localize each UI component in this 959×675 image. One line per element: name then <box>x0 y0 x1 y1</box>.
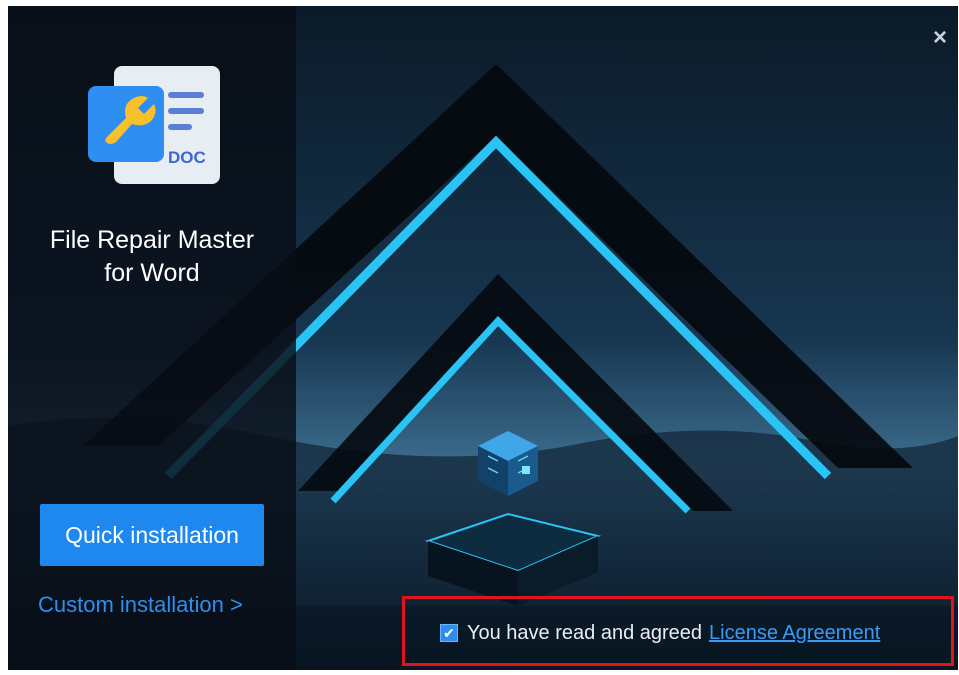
doc-repair-logo-icon <box>88 66 220 184</box>
custom-installation-link[interactable]: Custom installation > <box>38 592 243 618</box>
quick-installation-button[interactable]: Quick installation <box>40 504 264 566</box>
checkmark-icon: ✔ <box>443 625 455 641</box>
app-title-line2: for Word <box>104 259 200 287</box>
app-title-line1: File Repair Master <box>49 226 255 254</box>
agreement-text: You have read and agreed <box>467 621 703 644</box>
agreement-checkbox[interactable]: ✔ <box>440 624 458 642</box>
app-title: File Repair Master for Word <box>8 224 296 290</box>
installer-window: DOC File Repair Master for Word Quick in… <box>8 6 958 670</box>
close-icon[interactable]: × <box>928 26 952 50</box>
license-agreement-link[interactable]: License Agreement <box>709 622 880 645</box>
logo-badge-text: DOC <box>168 148 206 167</box>
agreement-row: ✔ You have read and agreed License Agree… <box>440 621 880 645</box>
